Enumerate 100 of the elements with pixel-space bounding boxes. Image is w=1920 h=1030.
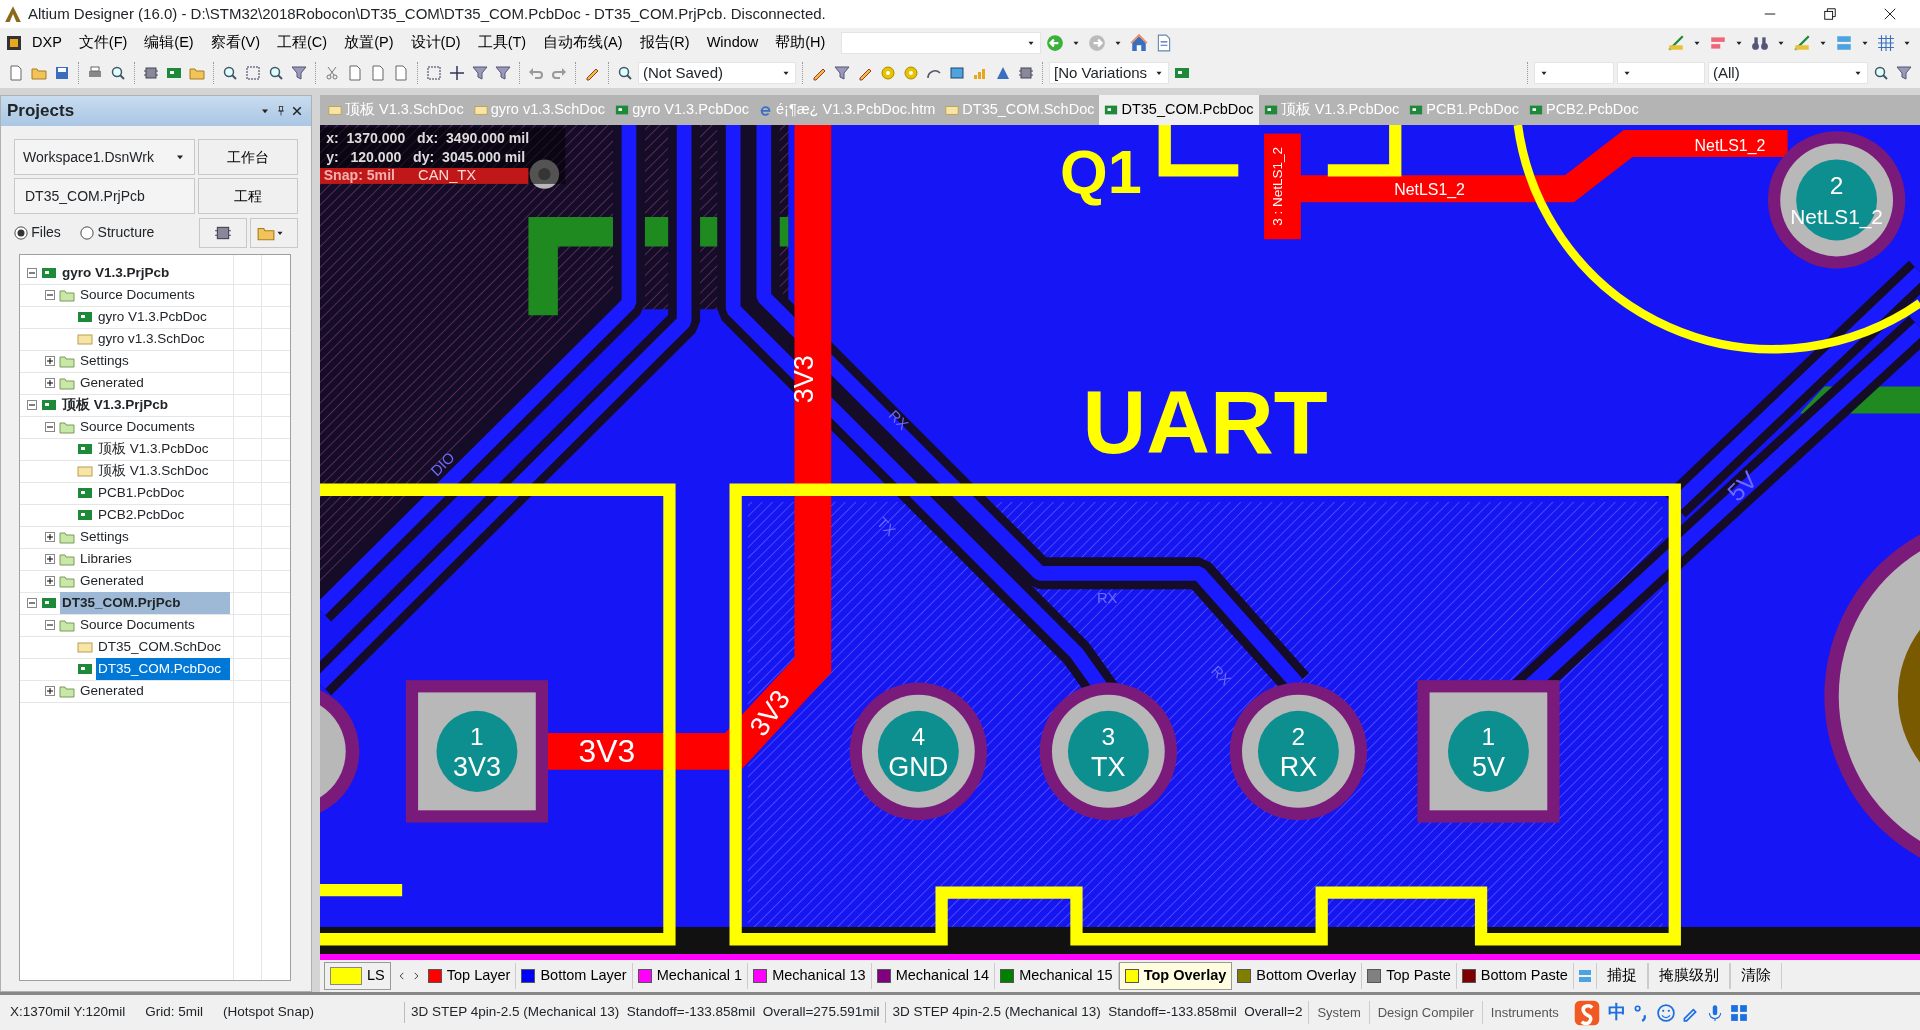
- menu-item[interactable]: 工程(C): [270, 30, 335, 56]
- menu-item[interactable]: 文件(F): [71, 30, 135, 56]
- collapse-icon[interactable]: [27, 598, 37, 608]
- cursor-coordinates: X:1370mil Y:120mil: [9, 1003, 127, 1022]
- compile-button[interactable]: [198, 217, 247, 248]
- layer-tab[interactable]: Bottom Paste: [1456, 963, 1574, 989]
- filter-icon[interactable]: [493, 63, 513, 83]
- tree-item[interactable]: DT35_COM.PcbDoc: [96, 657, 230, 681]
- tree-item[interactable]: Settings: [78, 349, 131, 373]
- tree-item[interactable]: gyro v1.3.SchDoc: [96, 327, 207, 351]
- tree-item[interactable]: 顶板 V1.3.PcbDoc: [96, 437, 211, 461]
- tree-item[interactable]: DT35_COM.SchDoc: [96, 635, 224, 659]
- variations-dropdown[interactable]: [No Variations: [1049, 62, 1169, 84]
- grid-icon[interactable]: [1875, 32, 1897, 54]
- layer-tab[interactable]: Top Paste: [1362, 963, 1457, 989]
- layer-tab[interactable]: Mechanical 13: [748, 963, 872, 989]
- layer-tab[interactable]: Bottom Overlay: [1232, 963, 1363, 989]
- expand-icon[interactable]: [45, 554, 55, 564]
- tree-item[interactable]: 顶板 V1.3.SchDoc: [96, 459, 211, 483]
- collapse-icon[interactable]: [45, 620, 55, 630]
- expand-icon[interactable]: [45, 378, 55, 388]
- tree-item[interactable]: Libraries: [78, 547, 134, 571]
- expand-icon[interactable]: [45, 686, 55, 696]
- pcb-document-icon: [1263, 103, 1278, 117]
- toolbar-button[interactable]: 捕捉: [1595, 963, 1648, 989]
- filter-dropdown[interactable]: (All): [1708, 62, 1868, 84]
- tree-item[interactable]: PCB2.PcbDoc: [96, 503, 187, 527]
- trace-label: RX: [1208, 662, 1234, 689]
- project-button[interactable]: 工程: [198, 178, 298, 215]
- expand-icon[interactable]: [45, 532, 55, 542]
- layer-tab[interactable]: Mechanical 1: [632, 963, 749, 989]
- cross-icon[interactable]: [447, 63, 467, 83]
- layer-tab[interactable]: Bottom Layer: [516, 963, 633, 989]
- filter-icon[interactable]: [1894, 63, 1914, 83]
- tree-item[interactable]: gyro V1.3.PcbDoc: [96, 305, 209, 329]
- filter-icon[interactable]: [289, 63, 309, 83]
- document-tab[interactable]: DT35_COM.PcbDoc: [1099, 95, 1259, 125]
- trace-label: DIO: [427, 449, 458, 480]
- menu-item[interactable]: 工具(T): [470, 30, 534, 56]
- menu-item[interactable]: 帮助(H): [768, 30, 833, 56]
- net-label: 3V3: [743, 684, 796, 742]
- toolbar-button[interactable]: 掩膜级别: [1647, 963, 1730, 989]
- selection-box-icon[interactable]: [424, 63, 444, 83]
- workspace-dropdown[interactable]: Workspace1.DsnWrk: [14, 139, 196, 175]
- menu-item[interactable]: 察看(V): [203, 30, 268, 56]
- pad-number: 3: [1101, 723, 1116, 751]
- tree-item[interactable]: Source Documents: [78, 415, 197, 439]
- menu-item[interactable]: DXP: [25, 30, 69, 56]
- radio-option[interactable]: Structure: [80, 222, 155, 243]
- tree-item[interactable]: Generated: [78, 371, 146, 395]
- layer-tab[interactable]: Mechanical 14: [871, 963, 996, 989]
- grid-icon: [1730, 1003, 1749, 1022]
- menu-item[interactable]: 设计(D): [403, 30, 468, 56]
- tree-item[interactable]: Generated: [78, 679, 146, 703]
- project-icon: [41, 265, 57, 281]
- tree-item[interactable]: Source Documents: [78, 283, 197, 307]
- menu-item[interactable]: Window: [699, 30, 766, 56]
- tree-item[interactable]: Settings: [78, 525, 131, 549]
- app-logo-icon: [4, 5, 22, 23]
- radio-option[interactable]: Files: [14, 222, 61, 243]
- menu-item[interactable]: 自动布线(A): [536, 30, 630, 56]
- tree-item[interactable]: DT35_COM.PrjPcb: [60, 591, 230, 615]
- panel-button[interactable]: Instruments: [1481, 1000, 1567, 1025]
- menu-item[interactable]: 报告(R): [632, 30, 697, 56]
- panel-button[interactable]: System: [1308, 1000, 1369, 1025]
- toolbar-button[interactable]: 清除: [1729, 963, 1782, 989]
- project-field[interactable]: DT35_COM.PrjPcb: [14, 178, 196, 215]
- current-layer-button[interactable]: LS: [324, 962, 391, 990]
- coordinate-text: Snap: 5mil: [323, 167, 395, 184]
- menu-item[interactable]: 编辑(E): [137, 30, 201, 56]
- collapse-icon[interactable]: [27, 400, 37, 410]
- dropdown-value: (Not Saved): [643, 62, 724, 83]
- workspace-button[interactable]: 工作台: [198, 139, 298, 175]
- collapse-icon[interactable]: [27, 268, 37, 278]
- expand-icon[interactable]: [45, 356, 55, 366]
- variant-dropdown[interactable]: (Not Saved): [638, 62, 796, 84]
- collapse-icon[interactable]: [45, 422, 55, 432]
- trace-label: TX: [874, 514, 899, 540]
- tree-item[interactable]: 顶板 V1.3.PrjPcb: [60, 393, 171, 417]
- expand-icon[interactable]: [45, 576, 55, 586]
- layer-tab[interactable]: Mechanical 15: [995, 963, 1119, 989]
- pad-icon[interactable]: [901, 63, 921, 83]
- filter-icon[interactable]: [470, 63, 490, 83]
- filter-icon[interactable]: [832, 63, 852, 83]
- layer-tab[interactable]: Top Overlay: [1118, 962, 1233, 990]
- pad-number: 1: [1481, 723, 1496, 751]
- collapse-icon[interactable]: [45, 290, 55, 300]
- panel-button[interactable]: Design Compiler: [1368, 1000, 1482, 1025]
- layer-tab[interactable]: Top Layer: [422, 963, 517, 989]
- tree-item[interactable]: Source Documents: [78, 613, 197, 637]
- tree-item[interactable]: PCB1.PcbDoc: [96, 481, 187, 505]
- tree-item[interactable]: gyro V1.3.PrjPcb: [60, 261, 172, 285]
- snap-mode: (Hotspot Snap): [222, 1003, 315, 1022]
- input-mode[interactable]: 中: [1607, 999, 1626, 1026]
- pcb-document-icon: [77, 507, 93, 523]
- pad-icon[interactable]: [878, 63, 898, 83]
- pin-icon: [275, 105, 287, 117]
- tree-item[interactable]: Generated: [78, 569, 146, 593]
- project-icon: [41, 397, 57, 413]
- menu-item[interactable]: 放置(P): [337, 30, 401, 56]
